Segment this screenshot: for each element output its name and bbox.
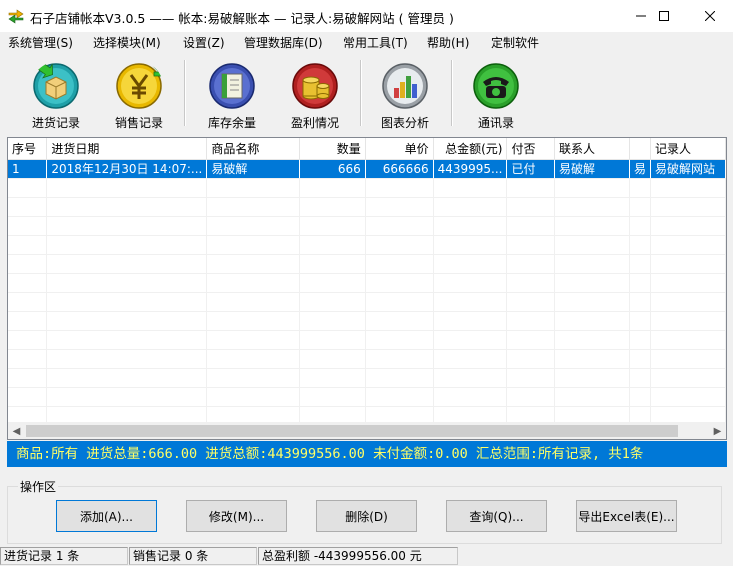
close-button[interactable] (687, 0, 733, 32)
maximize-button[interactable] (641, 0, 687, 32)
menu-tools[interactable]: 常用工具(T) (343, 34, 408, 51)
column-header-index[interactable]: 序号 (8, 138, 48, 160)
column-header-contact[interactable]: 联系人 (554, 138, 630, 160)
status-sales-count: 销售记录 0 条 (129, 547, 257, 565)
chart-analysis-label: 图表分析 (380, 116, 429, 130)
edit-button[interactable]: 修改(M)... (186, 500, 287, 532)
column-header-recorder[interactable]: 记录人 (650, 138, 726, 160)
inventory-label: 库存余量 (207, 116, 256, 130)
toolbar-separator (451, 60, 453, 126)
delete-button[interactable]: 删除(D) (316, 500, 417, 532)
status-purchase-count: 进货记录 1 条 (0, 547, 128, 565)
window-title: 石子店铺帐本V3.0.5 —— 帐本:易破解账本 — 记录人:易破解网站 ( 管… (30, 11, 454, 26)
bar-chart-icon (382, 63, 428, 109)
operations-group: 操作区 添加(A)... 修改(M)... 删除(D) 查询(Q)... 导出E… (7, 478, 722, 544)
cell-contact: 易破解 (554, 159, 630, 179)
cell-unlabeled: 易 (629, 159, 651, 179)
sales-records-button[interactable]: 销售记录 (103, 58, 175, 130)
empty-row (8, 216, 726, 236)
column-header-paid[interactable]: 付否 (506, 138, 556, 160)
contacts-label: 通讯录 (477, 116, 514, 130)
empty-row (8, 178, 726, 198)
title-bar: 石子店铺帐本V3.0.5 —— 帐本:易破解账本 — 记录人:易破解网站 ( 管… (0, 0, 733, 32)
cell-recorder: 易破解网站 (650, 159, 726, 179)
inventory-book-icon (209, 63, 255, 109)
inventory-button[interactable]: 库存余量 (196, 58, 268, 130)
empty-row (8, 349, 726, 369)
empty-row (8, 197, 726, 217)
menu-database[interactable]: 管理数据库(D) (244, 34, 323, 51)
query-button[interactable]: 查询(Q)... (446, 500, 547, 532)
menu-bar: 系统管理(S) 选择模块(M) 设置(Z) 管理数据库(D) 常用工具(T) 帮… (0, 32, 733, 52)
profit-button[interactable]: 盈利情况 (279, 58, 351, 130)
coins-stack-icon (292, 63, 338, 109)
menu-system[interactable]: 系统管理(S) (8, 34, 73, 51)
cell-paid: 已付 (506, 159, 556, 179)
empty-row (8, 292, 726, 312)
menu-custom-software[interactable]: 定制软件 (491, 34, 539, 51)
menu-help[interactable]: 帮助(H) (427, 34, 469, 51)
telephone-icon (473, 63, 519, 109)
scroll-left-icon[interactable]: ◀ (8, 423, 25, 439)
column-header-unlabeled[interactable] (629, 138, 651, 160)
app-arrows-icon (8, 9, 24, 24)
toolbar-separator (184, 60, 186, 126)
cell-product: 易破解 (206, 159, 301, 179)
sales-records-label: 销售记录 (114, 116, 163, 130)
operations-legend: 操作区 (18, 478, 59, 495)
close-icon (705, 11, 715, 21)
maximize-icon (659, 11, 669, 21)
column-header-quantity[interactable]: 数量 (299, 138, 366, 160)
column-header-total[interactable]: 总金额(元) (433, 138, 508, 160)
records-table: 序号 进货日期 商品名称 数量 单价 总金额(元) 付否 联系人 记录人 1 2… (8, 138, 726, 426)
empty-row (8, 311, 726, 331)
empty-row (8, 368, 726, 388)
chart-analysis-button[interactable]: 图表分析 (369, 58, 441, 130)
yuan-coin-icon (116, 63, 163, 109)
scrollbar-thumb[interactable] (26, 425, 678, 437)
cell-index: 1 (8, 159, 48, 179)
table-header-row: 序号 进货日期 商品名称 数量 单价 总金额(元) 付否 联系人 记录人 (8, 138, 726, 160)
cell-date: 2018年12月30日 14:07:... (46, 159, 208, 179)
table-row[interactable]: 1 2018年12月30日 14:07:... 易破解 666 666666 4… (8, 159, 726, 179)
purchase-box-icon (33, 62, 79, 109)
toolbar: 进货记录 销售记录 库存余量 盈利情况 图表分析 通讯录 (0, 52, 733, 132)
empty-row (8, 273, 726, 293)
toolbar-separator (360, 60, 362, 126)
purchase-records-button[interactable]: 进货记录 (20, 58, 92, 130)
scroll-right-icon[interactable]: ▶ (709, 423, 726, 439)
cell-total: 4439995... (433, 159, 508, 179)
column-header-product[interactable]: 商品名称 (206, 138, 301, 160)
status-bar: 进货记录 1 条 销售记录 0 条 总盈利额 -443999556.00 元 (0, 546, 733, 566)
horizontal-scrollbar[interactable]: ◀ ▶ (8, 422, 726, 439)
column-header-date[interactable]: 进货日期 (46, 138, 208, 160)
menu-settings[interactable]: 设置(Z) (183, 34, 225, 51)
profit-label: 盈利情况 (290, 116, 339, 130)
column-header-unit-price[interactable]: 单价 (365, 138, 434, 160)
export-excel-button[interactable]: 导出Excel表(E)... (576, 500, 677, 532)
contacts-button[interactable]: 通讯录 (460, 58, 532, 130)
add-button[interactable]: 添加(A)... (56, 500, 157, 532)
summary-bar: 商品:所有 进货总量:666.00 进货总额:443999556.00 未付金额… (7, 441, 727, 467)
menu-select-module[interactable]: 选择模块(M) (93, 34, 161, 51)
cell-quantity: 666 (299, 159, 366, 179)
empty-row (8, 235, 726, 255)
cell-unit-price: 666666 (365, 159, 434, 179)
status-total-profit: 总盈利额 -443999556.00 元 (258, 547, 458, 565)
empty-row (8, 387, 726, 407)
empty-row (8, 330, 726, 350)
purchase-records-label: 进货记录 (31, 116, 80, 130)
records-grid[interactable]: 序号 进货日期 商品名称 数量 单价 总金额(元) 付否 联系人 记录人 1 2… (7, 137, 727, 440)
empty-row (8, 254, 726, 274)
